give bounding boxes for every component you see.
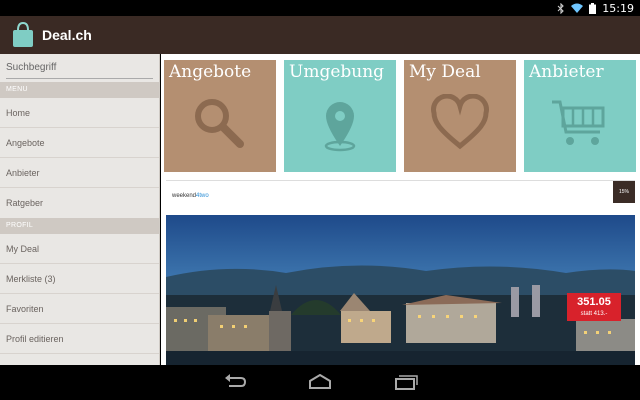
menu-section-header: MENU bbox=[0, 82, 159, 98]
discount-badge: 15% bbox=[613, 181, 635, 203]
sidebar-item-anbieter[interactable]: Anbieter bbox=[0, 158, 159, 188]
app-title: Deal.ch bbox=[42, 27, 92, 43]
tile-label: Angebote bbox=[169, 62, 252, 82]
deal-card[interactable]: weekend4two 15% 351.05 statt 413.- bbox=[166, 180, 635, 365]
price-badge[interactable]: 351.05 statt 413.- bbox=[567, 293, 621, 321]
partner-logo-text: weekend bbox=[172, 193, 197, 199]
status-icons: 15:19 bbox=[557, 1, 634, 15]
deal-header: weekend4two 15% bbox=[166, 181, 635, 215]
search-box bbox=[0, 54, 159, 82]
deal-price: 351.05 bbox=[577, 296, 611, 308]
tile-my-deal[interactable]: My Deal bbox=[404, 60, 516, 172]
recent-apps-icon[interactable] bbox=[394, 374, 418, 395]
partner-logo-accent: 4two bbox=[196, 193, 209, 199]
partner-logo: weekend4two bbox=[172, 193, 209, 199]
tile-angebote[interactable]: Angebote bbox=[164, 60, 276, 172]
deal-photo[interactable]: 351.05 statt 413.- bbox=[166, 215, 635, 365]
sidebar-item-favoriten[interactable]: Favoriten bbox=[0, 294, 159, 324]
shopping-bag-icon[interactable] bbox=[12, 21, 34, 48]
sidebar-item-angebote[interactable]: Angebote bbox=[0, 128, 159, 158]
sidebar-item-home[interactable]: Home bbox=[0, 98, 159, 128]
sidebar-item-merkliste[interactable]: Merkliste (3) bbox=[0, 264, 159, 294]
shopping-cart-icon bbox=[552, 100, 605, 145]
main-content: Angebote Umgebung My Deal Anbieter weeke… bbox=[161, 54, 640, 365]
town-photo bbox=[166, 215, 635, 365]
category-tiles: Angebote Umgebung My Deal Anbieter bbox=[164, 60, 637, 172]
battery-icon bbox=[589, 2, 597, 14]
clock: 15:19 bbox=[602, 1, 634, 15]
wifi-icon bbox=[571, 3, 584, 13]
magnifier-icon bbox=[195, 99, 244, 148]
system-navigation-bar bbox=[0, 365, 640, 400]
action-bar: Deal.ch bbox=[0, 16, 640, 54]
profile-section-header: PROFIL bbox=[0, 218, 159, 234]
sidebar-item-ratgeber[interactable]: Ratgeber bbox=[0, 188, 159, 218]
tile-anbieter[interactable]: Anbieter bbox=[524, 60, 636, 172]
home-icon[interactable] bbox=[307, 373, 333, 395]
search-input[interactable] bbox=[6, 57, 153, 79]
map-pin-icon bbox=[324, 102, 356, 152]
tile-umgebung[interactable]: Umgebung bbox=[284, 60, 396, 172]
status-bar: 15:19 bbox=[0, 0, 640, 16]
tablet-screen: 15:19 Deal.ch MENU Home Angebote Anbiete… bbox=[0, 0, 640, 400]
sidebar-item-profil-editieren[interactable]: Profil editieren bbox=[0, 324, 159, 354]
deal-old-price: statt 413.- bbox=[580, 311, 608, 317]
tile-label: Umgebung bbox=[289, 62, 385, 82]
back-icon[interactable] bbox=[223, 374, 247, 395]
tile-label: Anbieter bbox=[529, 62, 604, 82]
heart-icon bbox=[431, 94, 489, 150]
navigation-drawer: MENU Home Angebote Anbieter Ratgeber PRO… bbox=[0, 54, 160, 365]
sidebar-item-my-deal[interactable]: My Deal bbox=[0, 234, 159, 264]
tile-label: My Deal bbox=[409, 62, 481, 82]
bluetooth-icon bbox=[557, 2, 565, 14]
